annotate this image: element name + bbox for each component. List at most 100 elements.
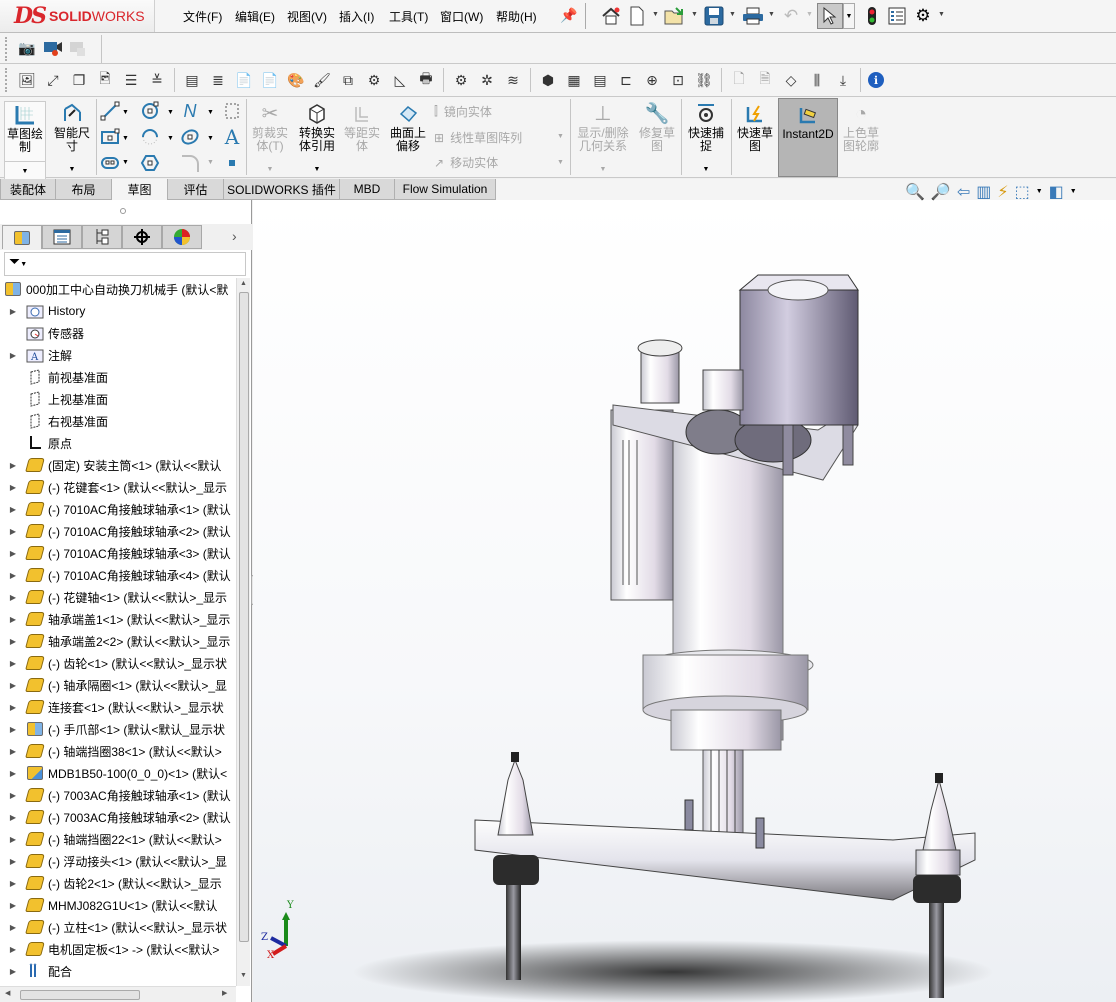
scroll-down-icon[interactable]: ▼ (240, 972, 247, 979)
chevron-down-icon[interactable]: ▼ (557, 133, 564, 140)
expand-arrow-icon[interactable]: ▶ (0, 725, 26, 734)
tree-node[interactable]: ▶ (-) 花键轴<1> (默认<<默认>_显示 (0, 586, 236, 608)
chevron-down-icon[interactable]: ▼ (938, 11, 945, 18)
chevron-down-icon[interactable]: ▼ (843, 3, 855, 29)
robot-arm-model[interactable] (253, 200, 1116, 1002)
tab-flow-simulation[interactable]: Flow Simulation (394, 179, 496, 200)
screenshot-camera-icon[interactable]: 📷 (17, 38, 37, 58)
expand-arrow-icon[interactable]: ▶ (0, 461, 26, 470)
chevron-down-icon[interactable]: ▼ (691, 11, 698, 18)
display-manager-icon[interactable] (162, 225, 202, 249)
toolbar-grip[interactable] (5, 68, 9, 92)
graphics-area[interactable]: Y Z X (253, 200, 1116, 1002)
align-icon[interactable]: ≚ (147, 70, 167, 90)
chevron-down-icon[interactable]: ▼ (250, 163, 290, 176)
chevron-right-icon[interactable]: › (232, 228, 237, 244)
pump-icon[interactable]: ⊡ (668, 70, 688, 90)
expand-arrow-icon[interactable]: ▶ (0, 703, 26, 712)
expand-arrow-icon[interactable]: ▶ (0, 615, 26, 624)
grid-icon[interactable]: ▦ (564, 70, 584, 90)
tree-node[interactable]: ▶ (-) 7003AC角接触球轴承<2> (默认 (0, 806, 236, 828)
display-style-icon[interactable]: ◧ (1049, 182, 1064, 202)
display-delete-relations-button[interactable]: ⊥ 显示/删除几何关系 ▼ (574, 101, 632, 174)
tab-layout[interactable]: 布局 (55, 179, 112, 200)
fillet-icon[interactable] (180, 153, 200, 173)
chevron-down-icon[interactable]: ▼ (5, 161, 45, 178)
chevron-down-icon[interactable]: ▼ (207, 135, 214, 142)
gear-icon[interactable]: ⚙ (451, 70, 471, 90)
expand-arrow-icon[interactable]: ▶ (0, 637, 26, 646)
image-icon[interactable]: 🖼 (17, 70, 37, 90)
windows-icon[interactable]: ❐ (69, 70, 89, 90)
print-icon[interactable] (742, 5, 764, 27)
tree-node[interactable]: ▶ (-) 齿轮<1> (默认<<默认>_显示状 (0, 652, 236, 674)
file-properties-icon[interactable] (886, 5, 908, 27)
download-box-icon[interactable]: ⤓ (833, 70, 853, 90)
tree-node[interactable]: ▶ (-) 手爪部<1> (默认<默认_显示状 (0, 718, 236, 740)
menu-help[interactable]: 帮助(H) (496, 8, 537, 25)
zoom-to-area-icon[interactable]: 🔎 (931, 182, 951, 202)
spring-icon[interactable]: ≋ (503, 70, 523, 90)
menu-tools[interactable]: 工具(T) (389, 8, 428, 25)
tree-node[interactable]: ▶ 轴承端盖2<2> (默认<<默认>_显示 (0, 630, 236, 652)
expand-arrow-icon[interactable]: ▶ (0, 483, 26, 492)
expand-arrow-icon[interactable]: ▶ (0, 769, 26, 778)
tree-node[interactable]: 原点 (0, 432, 236, 454)
chevron-down-icon[interactable]: ▼ (122, 159, 129, 166)
lifebuoy-icon[interactable]: ⊕ (642, 70, 662, 90)
scroll-right-icon[interactable]: ▶ (222, 989, 227, 997)
tree-node[interactable]: 右视基准面 (0, 410, 236, 432)
propertymanager-icon[interactable] (42, 225, 82, 249)
triangle-ruler-icon[interactable]: ◺ (390, 70, 410, 90)
pin-icon[interactable]: 📌 (560, 7, 577, 24)
image-info-icon[interactable]: 🖻 (95, 70, 115, 90)
expand-arrow-icon[interactable]: ▶ (0, 923, 26, 932)
tree-node[interactable]: ▶ (-) 立柱<1> (默认<<默认>_显示状 (0, 916, 236, 938)
tree-node[interactable]: ▶ (-) 7010AC角接触球轴承<3> (默认 (0, 542, 236, 564)
line-icon[interactable] (100, 101, 120, 121)
expand-arrow-icon[interactable]: ▶ (0, 571, 26, 580)
expand-arrow-icon[interactable]: ▶ (0, 747, 26, 756)
repair-sketch-button[interactable]: 🔧 修复草图 (636, 101, 678, 153)
tree-node[interactable]: ▶ A 注解 (0, 344, 236, 366)
settings-list-icon[interactable]: ⚙ (364, 70, 384, 90)
offset-entities-button[interactable]: 等距实体 (342, 101, 382, 153)
stop-record-icon[interactable] (69, 38, 89, 58)
list-icon[interactable]: ≣ (208, 70, 228, 90)
chevron-down-icon[interactable]: ▼ (729, 11, 736, 18)
undo-icon[interactable]: ↶ (780, 5, 802, 27)
bracket-icon[interactable]: ⊏ (616, 70, 636, 90)
tree-filter[interactable]: ⏷▼ (4, 252, 246, 276)
point-icon[interactable] (222, 153, 242, 173)
scroll-thumb[interactable] (20, 990, 140, 1000)
polygon-icon[interactable] (140, 153, 160, 173)
smart-dimension-button[interactable]: 智能尺寸 ▼ (50, 101, 94, 173)
options-gear-icon[interactable]: ⚙ (912, 5, 934, 27)
new-document-icon[interactable] (626, 5, 648, 27)
horizontal-scrollbar[interactable]: ◀ ▶ (0, 986, 236, 1002)
featuremanager-icon[interactable] (2, 225, 42, 249)
tree-node[interactable]: 上视基准面 (0, 388, 236, 410)
quick-snaps-button[interactable]: 快速捕捉 ▼ (684, 101, 728, 173)
sliders-icon[interactable]: ⫼ (807, 70, 827, 90)
dynamic-annotation-icon[interactable]: ⚡ (997, 182, 1008, 202)
expand-arrow-icon[interactable]: ▶ (0, 505, 26, 514)
toolbar-grip[interactable] (5, 37, 9, 61)
chevron-down-icon[interactable]: ▼ (167, 135, 174, 142)
chevron-down-icon[interactable]: ▼ (768, 11, 775, 18)
palette-icon[interactable]: 🎨 (286, 70, 306, 90)
chevron-down-icon[interactable]: ▼ (806, 11, 813, 18)
mirror-entities-button[interactable]: ⫿ 镜向实体 (434, 103, 492, 120)
info-icon[interactable]: ℹ (868, 72, 884, 88)
tab-solidworks-addins[interactable]: SOLIDWORKS 插件 (223, 179, 340, 200)
tree-root-assembly[interactable]: 000加工中心自动换刀机械手 (默认<默 (0, 278, 236, 300)
menu-insert[interactable]: 插入(I) (339, 8, 374, 25)
expand-arrow-icon[interactable]: ▶ (0, 681, 26, 690)
chevron-down-icon[interactable]: ▼ (122, 135, 129, 142)
tree-node[interactable]: ▶ 连接套<1> (默认<<默认>_显示状 (0, 696, 236, 718)
offset-on-surface-button[interactable]: 曲面上偏移 (386, 101, 430, 153)
menu-file[interactable]: 文件(F) (183, 8, 222, 25)
table-icon[interactable]: ▤ (590, 70, 610, 90)
arc-icon[interactable] (140, 127, 160, 147)
copy-icon[interactable]: ⧉ (338, 70, 358, 90)
